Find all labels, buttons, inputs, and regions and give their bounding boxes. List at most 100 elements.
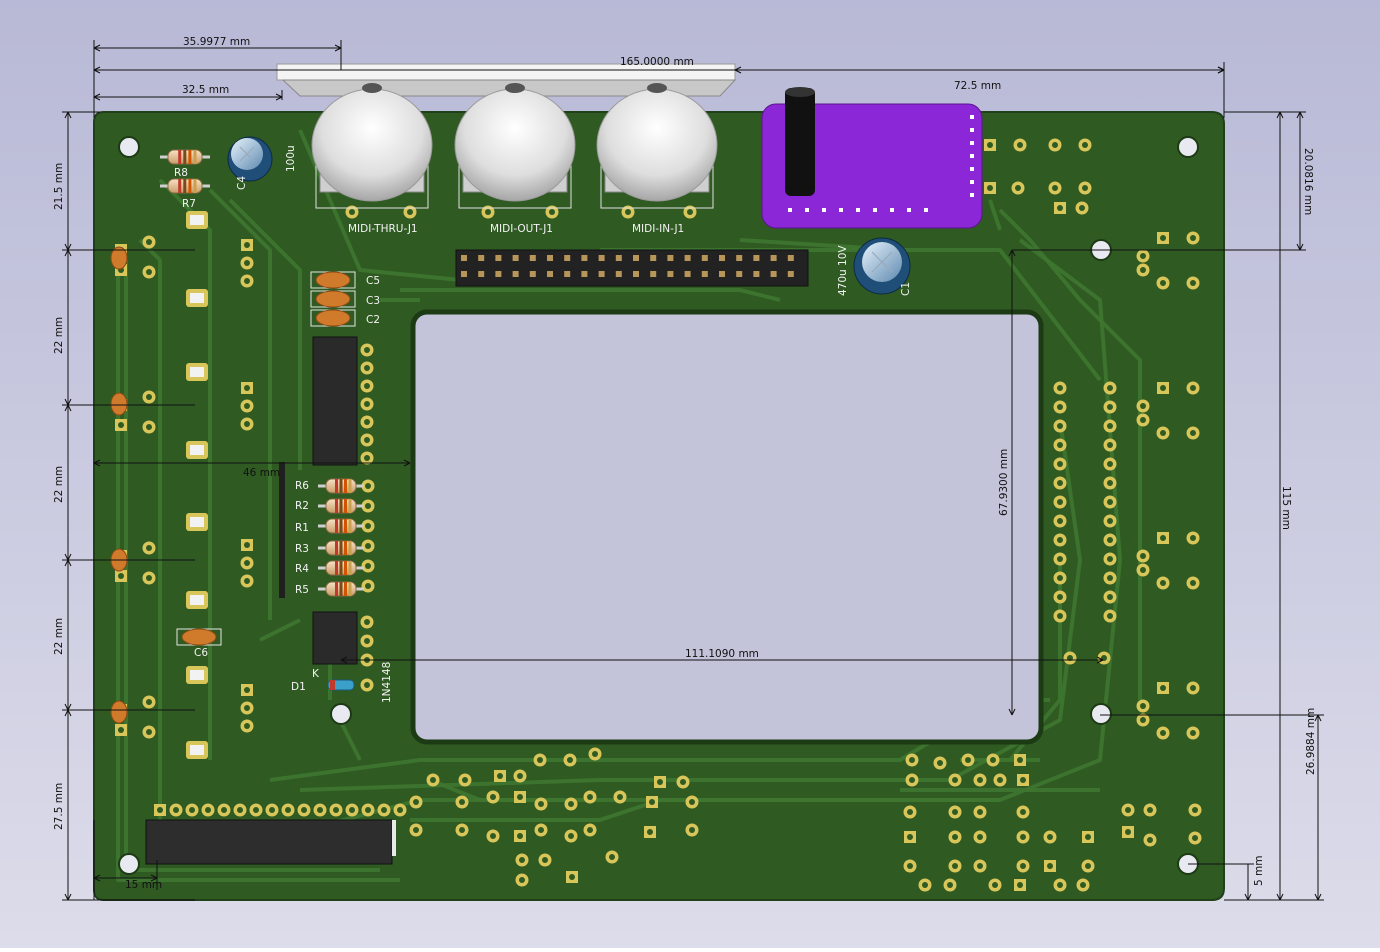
pad-hole-73 [253, 807, 259, 813]
pad-hole-146 [462, 777, 468, 783]
pad-hole-45 [364, 365, 370, 371]
dim-22-c: 22 mm [53, 618, 65, 655]
pad-hole-107 [1057, 613, 1063, 619]
pad-hole-124 [1190, 580, 1196, 586]
dim-67-93: 67.9300 mm [998, 449, 1010, 516]
pad-hole-123 [1160, 580, 1166, 586]
label-c2: C2 [366, 314, 380, 326]
pad-hole-36 [244, 403, 250, 409]
label-midi-thru: MIDI-THRU-J1 [348, 223, 418, 235]
pad-hole-111 [1160, 280, 1166, 286]
pad-hole-167 [517, 833, 523, 839]
pad-hole-118 [1190, 430, 1196, 436]
dim-20-0816: 20.0816 mm [1302, 148, 1314, 215]
pad-hole-83 [1057, 385, 1063, 391]
mounting-hole-1 [1177, 136, 1199, 158]
pad-hole-96 [1107, 499, 1113, 505]
dim-35-9977: 35.9977 mm [183, 36, 250, 48]
pad-hole-209 [1080, 882, 1086, 888]
header-pin-4-1 [529, 271, 536, 277]
pad-hole-165 [459, 827, 465, 833]
pad-hole-84 [1107, 385, 1113, 391]
dim-165: 165.0000 mm [620, 56, 694, 68]
dim-46: 46 mm [243, 467, 280, 479]
din-key-0 [362, 83, 382, 93]
pad-hole-81 [381, 807, 387, 813]
pad-hole-196 [1047, 834, 1053, 840]
resistor-1-band-3 [348, 499, 352, 513]
dim-15: 15 mm [125, 879, 162, 891]
pad-hole-100 [1107, 537, 1113, 543]
pin-header-2x20 [455, 249, 809, 287]
header-pin-14-1 [701, 271, 708, 277]
pad-hole-155 [459, 799, 465, 805]
pad-hole-193 [952, 834, 958, 840]
resistor-2-band-0 [335, 519, 338, 533]
resistor-3-band-3 [348, 541, 352, 555]
pad-hole-204 [922, 882, 928, 888]
module-pin-b-3 [839, 208, 843, 212]
pad-hole-104 [1107, 575, 1113, 581]
pad-hole-158 [538, 801, 544, 807]
pad-hole-153 [680, 779, 686, 785]
pad-hole-80 [365, 807, 371, 813]
pad-hole-78 [333, 807, 339, 813]
module-pin-r-4 [970, 167, 974, 171]
pad-hole-14 [146, 699, 152, 705]
header-pin-12-0 [667, 255, 674, 261]
switch-body-29 [190, 670, 204, 680]
module-pin-b-0 [788, 208, 792, 212]
pad-hole-9 [118, 573, 124, 579]
pad-hole-169 [568, 833, 574, 839]
pad-hole-156 [490, 794, 496, 800]
header-pin-19-0 [787, 255, 794, 261]
resistor-5-band-3 [348, 582, 352, 596]
pad-hole-75 [285, 807, 291, 813]
pad-hole-39 [244, 560, 250, 566]
pad-hole-166 [490, 833, 496, 839]
resistor-r7-band-3 [193, 179, 197, 193]
pad-hole-181 [990, 757, 996, 763]
module-pin-r-5 [970, 180, 974, 184]
pad-hole-11 [146, 575, 152, 581]
pad-hole-159 [568, 801, 574, 807]
pad-hole-190 [977, 809, 983, 815]
pad-hole-49 [364, 437, 370, 443]
label-r3: R3 [295, 543, 309, 555]
pad-hole-58 [365, 543, 371, 549]
pad-hole-137 [987, 185, 993, 191]
pad-hole-116 [1190, 385, 1196, 391]
pad-hole-93 [1057, 480, 1063, 486]
pad-hole-185 [977, 777, 983, 783]
pad-hole-215 [1192, 835, 1198, 841]
resistor-5-band-0 [335, 582, 338, 596]
pad-hole-35 [244, 385, 250, 391]
lcd-cutout [410, 309, 1044, 745]
header-pin-16-1 [736, 271, 743, 277]
pad-hole-79 [349, 807, 355, 813]
label-1n4148: 1N4148 [381, 662, 393, 703]
resistor-r7-band-1 [183, 179, 187, 193]
switch-body-19 [190, 293, 204, 303]
pad-hole-57 [365, 523, 371, 529]
header-pin-18-0 [770, 255, 777, 261]
pad-hole-122 [1190, 535, 1196, 541]
switch-body-23 [190, 445, 204, 455]
pad-hole-125 [1140, 553, 1146, 559]
header-pin-6-1 [564, 271, 571, 277]
pad-hole-182 [1017, 757, 1023, 763]
resistor-2-band-3 [348, 519, 352, 533]
module-pin-b-6 [890, 208, 894, 212]
pad-hole-76 [301, 807, 307, 813]
resistor-1-band-2 [344, 499, 347, 513]
pad-hole-72 [237, 807, 243, 813]
switch-body-25 [190, 517, 204, 527]
header-pin-15-1 [719, 271, 725, 277]
pad-hole-89 [1057, 442, 1063, 448]
pad-hole-135 [1052, 142, 1058, 148]
pad-hole-40 [244, 578, 250, 584]
pad-hole-55 [365, 483, 371, 489]
pad-hole-99 [1057, 537, 1063, 543]
pad-hole-67 [157, 807, 163, 813]
pad-hole-3 [146, 269, 152, 275]
